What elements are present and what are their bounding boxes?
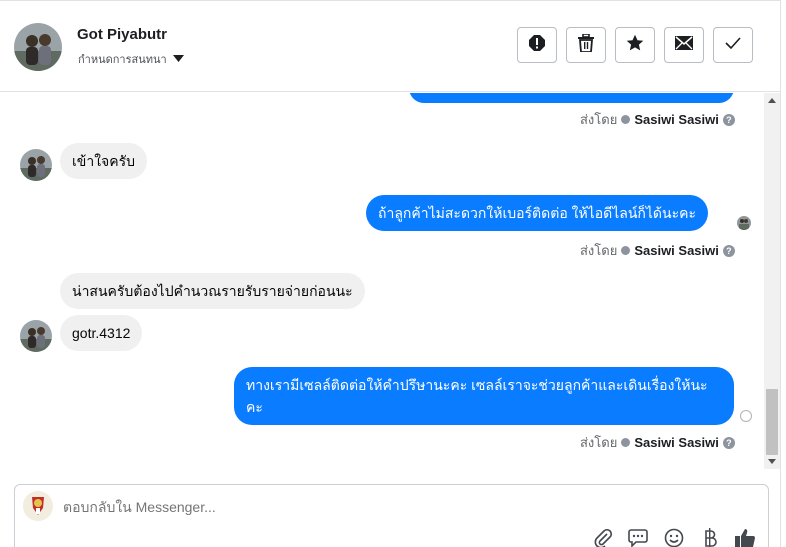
- report-button[interactable]: [517, 27, 557, 63]
- paperclip-icon: [594, 528, 613, 547]
- verified-icon: [621, 246, 631, 255]
- delete-button[interactable]: [566, 27, 606, 63]
- conversation-schedule-dropdown[interactable]: กำหนดการสนทนา: [78, 50, 184, 68]
- right-border: [780, 0, 781, 547]
- help-icon[interactable]: ?: [722, 436, 735, 449]
- saved-replies-button[interactable]: [627, 528, 649, 547]
- baht-icon: [703, 527, 717, 547]
- smiley-icon: [664, 528, 684, 547]
- star-button[interactable]: [615, 27, 655, 63]
- sent-by-label: ส่งโดย: [580, 435, 618, 450]
- payment-button[interactable]: [699, 527, 721, 547]
- mark-unread-button[interactable]: [664, 27, 704, 63]
- conversation-schedule-label: กำหนดการสนทนา: [78, 54, 167, 66]
- check-icon: [725, 36, 741, 55]
- delivered-icon: [740, 410, 752, 422]
- message-bubble-incoming[interactable]: เข้าใจครับ: [60, 143, 148, 179]
- verified-icon: [621, 115, 631, 124]
- header-actions: [517, 27, 753, 63]
- reply-composer: [14, 484, 769, 547]
- star-icon: [626, 34, 644, 57]
- sent-by-line: ส่งโดย Sasiwi Sasiwi ?: [580, 432, 735, 453]
- reply-input[interactable]: [63, 499, 563, 515]
- help-icon[interactable]: ?: [722, 113, 735, 126]
- thumbs-up-icon: [734, 527, 756, 547]
- contact-avatar[interactable]: [14, 23, 62, 71]
- scroll-thumb[interactable]: [766, 389, 778, 455]
- message-bubble-outgoing[interactable]: ทางเรามีเซลล์ติดต่อให้คำปรึษานะคะ เซลล์เ…: [234, 367, 734, 425]
- caret-down-icon: [172, 54, 184, 65]
- message-bubble-partial: [409, 93, 734, 103]
- chat-bubble-icon: [628, 528, 648, 547]
- seen-avatar: [737, 216, 751, 230]
- sent-by-line: ส่งโดย Sasiwi Sasiwi ?: [580, 240, 735, 261]
- sent-by-line: ส่งโดย Sasiwi Sasiwi ?: [580, 109, 735, 130]
- emoji-button[interactable]: [663, 528, 685, 547]
- mail-icon: [675, 35, 693, 55]
- page-avatar: [23, 491, 53, 521]
- sender-name[interactable]: Sasiwi Sasiwi: [634, 435, 719, 450]
- message-bubble-incoming[interactable]: น่าสนครับต้องไปคำนวณรายรับรายจ่ายก่อนนะ: [60, 273, 365, 309]
- alert-icon: [528, 34, 546, 57]
- conversation-header: Got Piyabutr กำหนดการสนทนา: [0, 3, 780, 92]
- contact-avatar-small[interactable]: [20, 320, 52, 352]
- contact-avatar-small[interactable]: [20, 149, 52, 181]
- help-icon[interactable]: ?: [722, 244, 735, 257]
- sender-name[interactable]: Sasiwi Sasiwi: [634, 243, 719, 258]
- trash-icon: [578, 32, 594, 57]
- sent-by-label: ส่งโดย: [580, 243, 618, 258]
- message-thread[interactable]: ส่งโดย Sasiwi Sasiwi ? เข้าใจครับ ถ้าลูก…: [0, 93, 764, 469]
- verified-icon: [621, 438, 631, 447]
- like-button[interactable]: [734, 527, 756, 547]
- sent-by-label: ส่งโดย: [580, 112, 618, 127]
- contact-name: Got Piyabutr: [77, 26, 168, 43]
- scroll-down-arrow-icon[interactable]: [768, 459, 776, 464]
- mark-done-button[interactable]: [713, 27, 753, 63]
- attach-button[interactable]: [592, 528, 614, 547]
- message-bubble-incoming[interactable]: gotr.4312: [60, 315, 143, 351]
- scroll-up-arrow-icon[interactable]: [768, 98, 776, 103]
- sender-name[interactable]: Sasiwi Sasiwi: [634, 112, 719, 127]
- message-bubble-outgoing[interactable]: ถ้าลูกค้าไม่สะดวกให้เบอร์ติดต่อ ให้ไอดีไ…: [366, 195, 709, 231]
- thread-scrollbar[interactable]: [764, 93, 780, 469]
